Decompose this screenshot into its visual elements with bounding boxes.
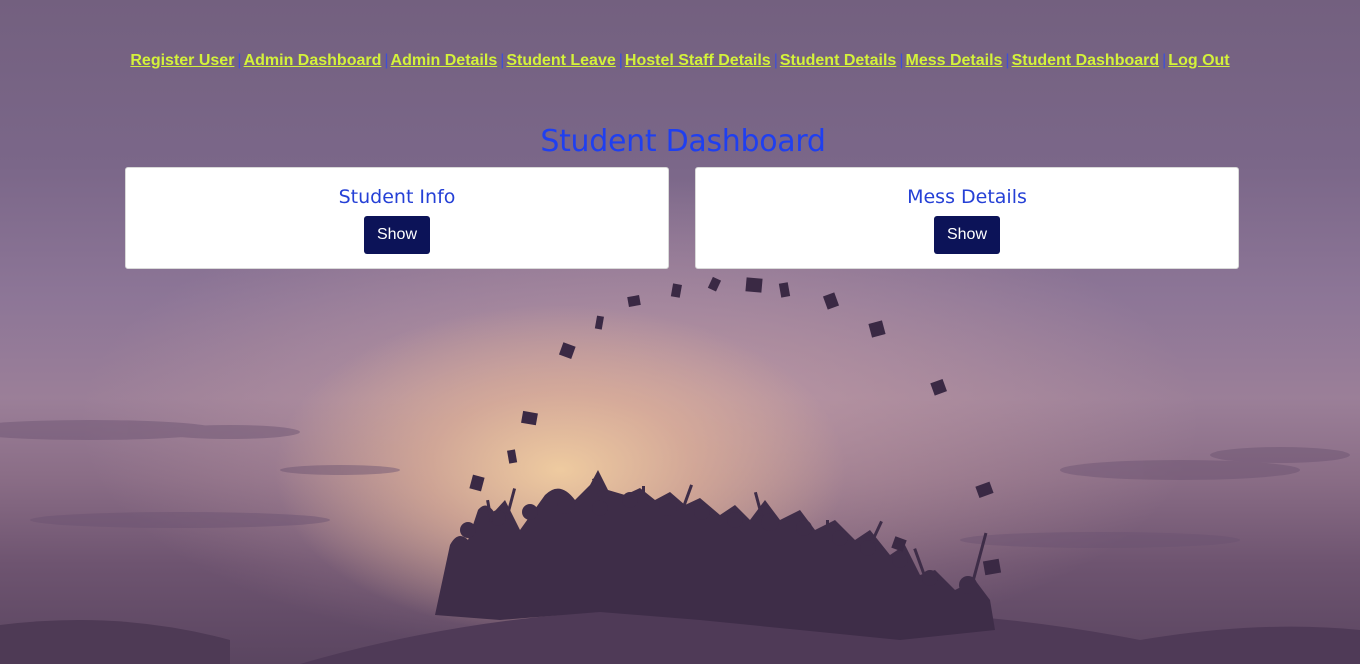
nav-link-log-out[interactable]: Log Out bbox=[1168, 52, 1229, 69]
nav-separator: | bbox=[1162, 52, 1167, 69]
nav-separator: | bbox=[237, 52, 242, 69]
nav-link-register-user[interactable]: Register User bbox=[130, 52, 234, 69]
nav-link-student-details[interactable]: Student Details bbox=[780, 52, 896, 69]
student-info-card: Student Info Show bbox=[125, 167, 669, 269]
show-mess-details-button[interactable]: Show bbox=[934, 216, 1000, 254]
card-title-student-info: Student Info bbox=[338, 186, 456, 208]
nav-separator: | bbox=[773, 52, 778, 69]
page-title: Student Dashboard bbox=[540, 124, 826, 159]
nav-link-mess-details[interactable]: Mess Details bbox=[905, 52, 1002, 69]
show-student-info-button[interactable]: Show bbox=[364, 216, 430, 254]
nav-separator: | bbox=[384, 52, 389, 69]
card-title-mess-details: Mess Details bbox=[907, 186, 1027, 208]
top-navigation: Register User | Admin Dashboard | Admin Deta… bbox=[0, 52, 1360, 70]
mess-details-card: Mess Details Show bbox=[695, 167, 1239, 269]
graduation-silhouette-scene bbox=[0, 276, 1360, 664]
nav-link-student-dashboard[interactable]: Student Dashboard bbox=[1012, 52, 1160, 69]
nav-separator: | bbox=[1005, 52, 1010, 69]
background-image bbox=[0, 0, 1360, 664]
nav-link-admin-dashboard[interactable]: Admin Dashboard bbox=[244, 52, 382, 69]
nav-link-admin-details[interactable]: Admin Details bbox=[391, 52, 498, 69]
nav-link-hostel-staff-details[interactable]: Hostel Staff Details bbox=[625, 52, 771, 69]
nav-separator: | bbox=[500, 52, 505, 69]
nav-separator: | bbox=[618, 52, 623, 69]
nav-link-student-leave[interactable]: Student Leave bbox=[506, 52, 615, 69]
